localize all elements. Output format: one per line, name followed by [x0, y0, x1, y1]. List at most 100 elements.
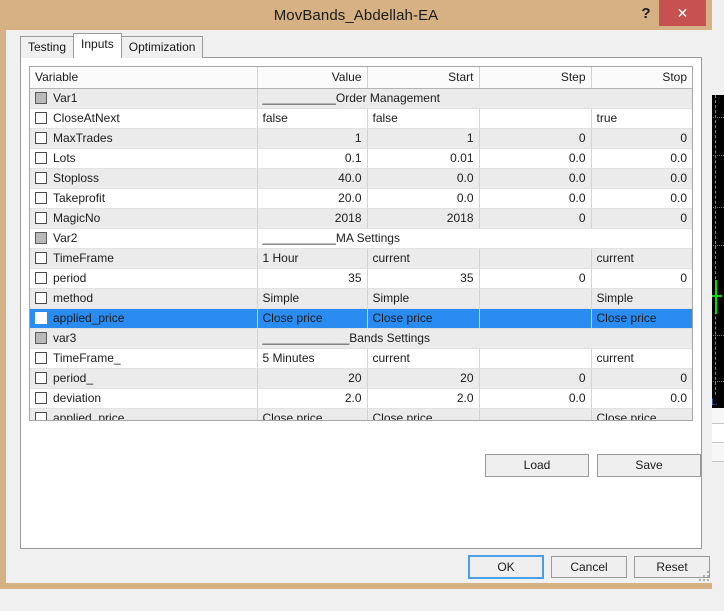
checkbox-icon[interactable]	[35, 252, 47, 264]
table-row[interactable]: Var2___________MA Settings	[30, 228, 692, 248]
cell-variable[interactable]: Lots	[30, 148, 257, 168]
cell-value[interactable]: 20	[257, 368, 367, 388]
table-row[interactable]: MagicNo2018201800	[30, 208, 692, 228]
resize-grip[interactable]	[697, 569, 709, 581]
cell-stop[interactable]: Close price	[591, 408, 692, 421]
cell-stop[interactable]: 0	[591, 268, 692, 288]
cell-variable[interactable]: period	[30, 268, 257, 288]
cell-value[interactable]: 35	[257, 268, 367, 288]
cell-variable[interactable]: Var2	[30, 228, 257, 248]
help-icon[interactable]: ?	[633, 0, 659, 26]
tab-optimization[interactable]: Optimization	[121, 36, 204, 58]
cell-step[interactable]: 0.0	[479, 188, 591, 208]
checkbox-icon[interactable]	[35, 352, 47, 364]
cell-value[interactable]: 20.0	[257, 188, 367, 208]
cell-stop[interactable]: 0.0	[591, 168, 692, 188]
column-header-variable[interactable]: Variable	[30, 67, 257, 88]
cell-start[interactable]: false	[367, 108, 479, 128]
cell-variable[interactable]: CloseAtNext	[30, 108, 257, 128]
cell-stop[interactable]: 0	[591, 368, 692, 388]
cell-stop[interactable]: 0.0	[591, 388, 692, 408]
cell-stop[interactable]: 0	[591, 128, 692, 148]
checkbox-icon[interactable]	[35, 392, 47, 404]
cell-variable[interactable]: period_	[30, 368, 257, 388]
cell-step[interactable]: 0	[479, 268, 591, 288]
title-bar[interactable]: MovBands_Abdellah-EA ? ✕	[6, 0, 706, 30]
cell-start[interactable]: 2.0	[367, 388, 479, 408]
cell-step[interactable]: 0.0	[479, 168, 591, 188]
cell-step[interactable]: 0.0	[479, 388, 591, 408]
checkbox-icon[interactable]	[35, 92, 47, 104]
cell-value[interactable]: 2.0	[257, 388, 367, 408]
cell-step[interactable]	[479, 108, 591, 128]
cell-variable[interactable]: Stoploss	[30, 168, 257, 188]
table-row[interactable]: Takeprofit20.00.00.00.0	[30, 188, 692, 208]
inputs-grid[interactable]: Variable Value Start Step Stop Var1_____…	[29, 66, 693, 421]
column-header-start[interactable]: Start	[367, 67, 479, 88]
cell-step[interactable]	[479, 288, 591, 308]
cell-variable[interactable]: TimeFrame_	[30, 348, 257, 368]
cell-value[interactable]: 40.0	[257, 168, 367, 188]
cell-variable[interactable]: method	[30, 288, 257, 308]
tab-testing[interactable]: Testing	[20, 36, 74, 58]
cell-value[interactable]: 5 Minutes	[257, 348, 367, 368]
table-row[interactable]: period353500	[30, 268, 692, 288]
cell-value[interactable]: Simple	[257, 288, 367, 308]
cell-start[interactable]: 20	[367, 368, 479, 388]
cell-variable[interactable]: MaxTrades	[30, 128, 257, 148]
cancel-button[interactable]: Cancel	[551, 556, 627, 578]
cell-step[interactable]: 0	[479, 208, 591, 228]
table-row[interactable]: Var1___________Order Management	[30, 88, 692, 108]
checkbox-icon[interactable]	[35, 312, 47, 324]
checkbox-icon[interactable]	[35, 332, 47, 344]
table-row[interactable]: TimeFrame1 Hourcurrentcurrent	[30, 248, 692, 268]
table-row[interactable]: period_202000	[30, 368, 692, 388]
cell-step[interactable]: 0.0	[479, 148, 591, 168]
checkbox-icon[interactable]	[35, 412, 47, 421]
cell-stop[interactable]: Close price	[591, 308, 692, 328]
cell-stop[interactable]: 0.0	[591, 188, 692, 208]
cell-start[interactable]: current	[367, 248, 479, 268]
close-icon[interactable]: ✕	[659, 0, 706, 26]
cell-variable[interactable]: Var1	[30, 88, 257, 108]
cell-value[interactable]: 1 Hour	[257, 248, 367, 268]
checkbox-icon[interactable]	[35, 152, 47, 164]
cell-value[interactable]: 1	[257, 128, 367, 148]
cell-value[interactable]: 0.1	[257, 148, 367, 168]
cell-start[interactable]: 0.01	[367, 148, 479, 168]
cell-step[interactable]: 0	[479, 128, 591, 148]
table-row[interactable]: applied_priceClose priceClose priceClose…	[30, 308, 692, 328]
cell-start[interactable]: 0.0	[367, 168, 479, 188]
cell-step[interactable]	[479, 408, 591, 421]
table-row[interactable]: Stoploss40.00.00.00.0	[30, 168, 692, 188]
cell-start[interactable]: Close price	[367, 308, 479, 328]
cell-value[interactable]: false	[257, 108, 367, 128]
cell-start[interactable]: Simple	[367, 288, 479, 308]
column-header-value[interactable]: Value	[257, 67, 367, 88]
cell-variable[interactable]: TimeFrame	[30, 248, 257, 268]
cell-stop[interactable]: true	[591, 108, 692, 128]
checkbox-icon[interactable]	[35, 232, 47, 244]
table-row[interactable]: TimeFrame_5 Minutescurrentcurrent	[30, 348, 692, 368]
cell-variable[interactable]: Takeprofit	[30, 188, 257, 208]
cell-start[interactable]: current	[367, 348, 479, 368]
cell-start[interactable]: Close price	[367, 408, 479, 421]
cell-value[interactable]: 2018	[257, 208, 367, 228]
cell-variable[interactable]: applied_price_	[30, 408, 257, 421]
checkbox-icon[interactable]	[35, 112, 47, 124]
cell-stop[interactable]: Simple	[591, 288, 692, 308]
load-button[interactable]: Load	[485, 454, 589, 477]
checkbox-icon[interactable]	[35, 272, 47, 284]
checkbox-icon[interactable]	[35, 192, 47, 204]
ok-button[interactable]: OK	[468, 555, 544, 579]
cell-variable[interactable]: MagicNo	[30, 208, 257, 228]
tab-inputs[interactable]: Inputs	[73, 33, 122, 58]
checkbox-icon[interactable]	[35, 132, 47, 144]
cell-start[interactable]: 2018	[367, 208, 479, 228]
column-header-step[interactable]: Step	[479, 67, 591, 88]
cell-start[interactable]: 35	[367, 268, 479, 288]
table-row[interactable]: MaxTrades1100	[30, 128, 692, 148]
cell-stop[interactable]: 0	[591, 208, 692, 228]
checkbox-icon[interactable]	[35, 372, 47, 384]
table-row[interactable]: methodSimpleSimpleSimple	[30, 288, 692, 308]
